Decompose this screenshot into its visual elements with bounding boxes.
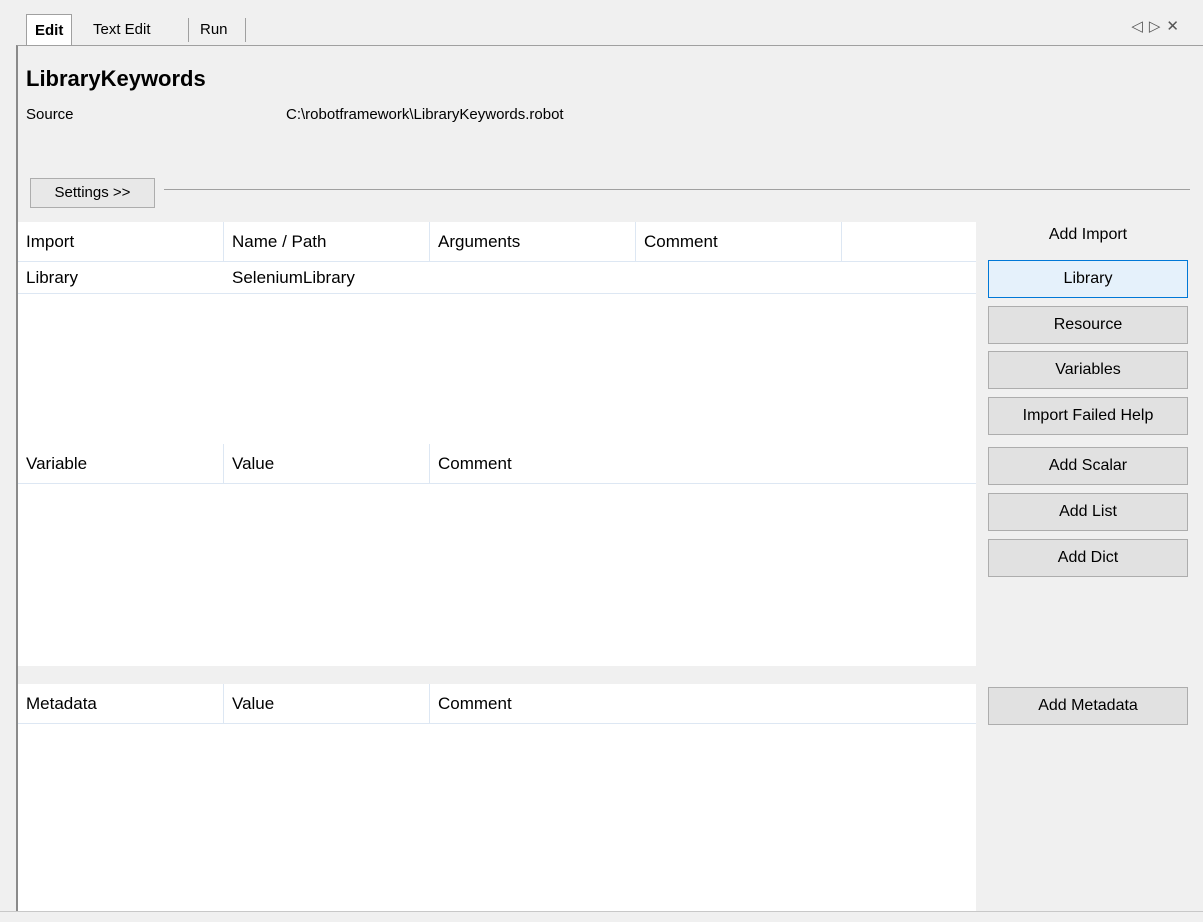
import-failed-help-button[interactable]: Import Failed Help xyxy=(988,397,1188,435)
import-grid[interactable]: Import Name / Path Arguments Comment Lib… xyxy=(18,222,976,444)
tab-edit[interactable]: Edit xyxy=(26,14,73,46)
column-header-name-path[interactable]: Name / Path xyxy=(224,222,430,262)
import-comment-cell[interactable] xyxy=(636,262,644,294)
column-header-arguments[interactable]: Arguments xyxy=(430,222,636,262)
tab-separator xyxy=(245,18,246,42)
import-name-cell[interactable]: SeleniumLibrary xyxy=(224,262,355,294)
tab-run[interactable]: Run xyxy=(192,16,236,43)
column-header-value[interactable]: Value xyxy=(224,684,430,724)
column-header-metadata[interactable]: Metadata xyxy=(18,684,224,724)
editor-panel: LibraryKeywords Source C:\robotframework… xyxy=(16,45,1203,912)
metadata-grid[interactable]: Metadata Value Comment xyxy=(18,684,976,912)
column-header-comment[interactable]: Comment xyxy=(430,684,976,724)
tab-navigation: ◁▷✕ xyxy=(1131,17,1185,35)
metadata-grid-header: Metadata Value Comment xyxy=(18,684,976,724)
add-dict-button[interactable]: Add Dict xyxy=(988,539,1188,577)
column-header-extra[interactable] xyxy=(842,222,976,262)
import-args-cell[interactable] xyxy=(430,262,438,294)
column-header-comment[interactable]: Comment xyxy=(430,444,976,484)
variable-grid[interactable]: Variable Value Comment xyxy=(18,444,976,666)
column-header-import[interactable]: Import xyxy=(18,222,224,262)
tab-separator xyxy=(188,18,189,42)
page-title: LibraryKeywords xyxy=(26,66,206,91)
import-type-cell[interactable]: Library xyxy=(18,262,78,294)
divider xyxy=(164,189,1190,190)
source-label: Source xyxy=(26,106,74,123)
add-variables-button[interactable]: Variables xyxy=(988,351,1188,389)
source-path: C:\robotframework\LibraryKeywords.robot xyxy=(286,106,564,123)
tab-prev-icon[interactable]: ◁ xyxy=(1131,18,1149,35)
table-row[interactable]: Library SeleniumLibrary xyxy=(18,262,976,294)
add-metadata-button[interactable]: Add Metadata xyxy=(988,687,1188,725)
tab-next-icon[interactable]: ▷ xyxy=(1149,18,1167,35)
grid-gap xyxy=(18,666,976,684)
add-scalar-button[interactable]: Add Scalar xyxy=(988,447,1188,485)
import-grid-header: Import Name / Path Arguments Comment xyxy=(18,222,976,262)
column-header-value[interactable]: Value xyxy=(224,444,430,484)
tab-text-edit[interactable]: Text Edit xyxy=(85,16,159,43)
settings-toggle-button[interactable]: Settings >> xyxy=(30,178,155,208)
variable-grid-header: Variable Value Comment xyxy=(18,444,976,484)
column-header-variable[interactable]: Variable xyxy=(18,444,224,484)
tab-strip: Edit Text Edit Run ◁▷✕ xyxy=(0,0,1203,46)
add-list-button[interactable]: Add List xyxy=(988,493,1188,531)
close-icon[interactable]: ✕ xyxy=(1166,18,1185,35)
column-header-comment[interactable]: Comment xyxy=(636,222,842,262)
add-import-label: Add Import xyxy=(1048,226,1128,243)
status-bar xyxy=(0,911,1203,922)
add-resource-button[interactable]: Resource xyxy=(988,306,1188,344)
add-library-button[interactable]: Library xyxy=(988,260,1188,298)
